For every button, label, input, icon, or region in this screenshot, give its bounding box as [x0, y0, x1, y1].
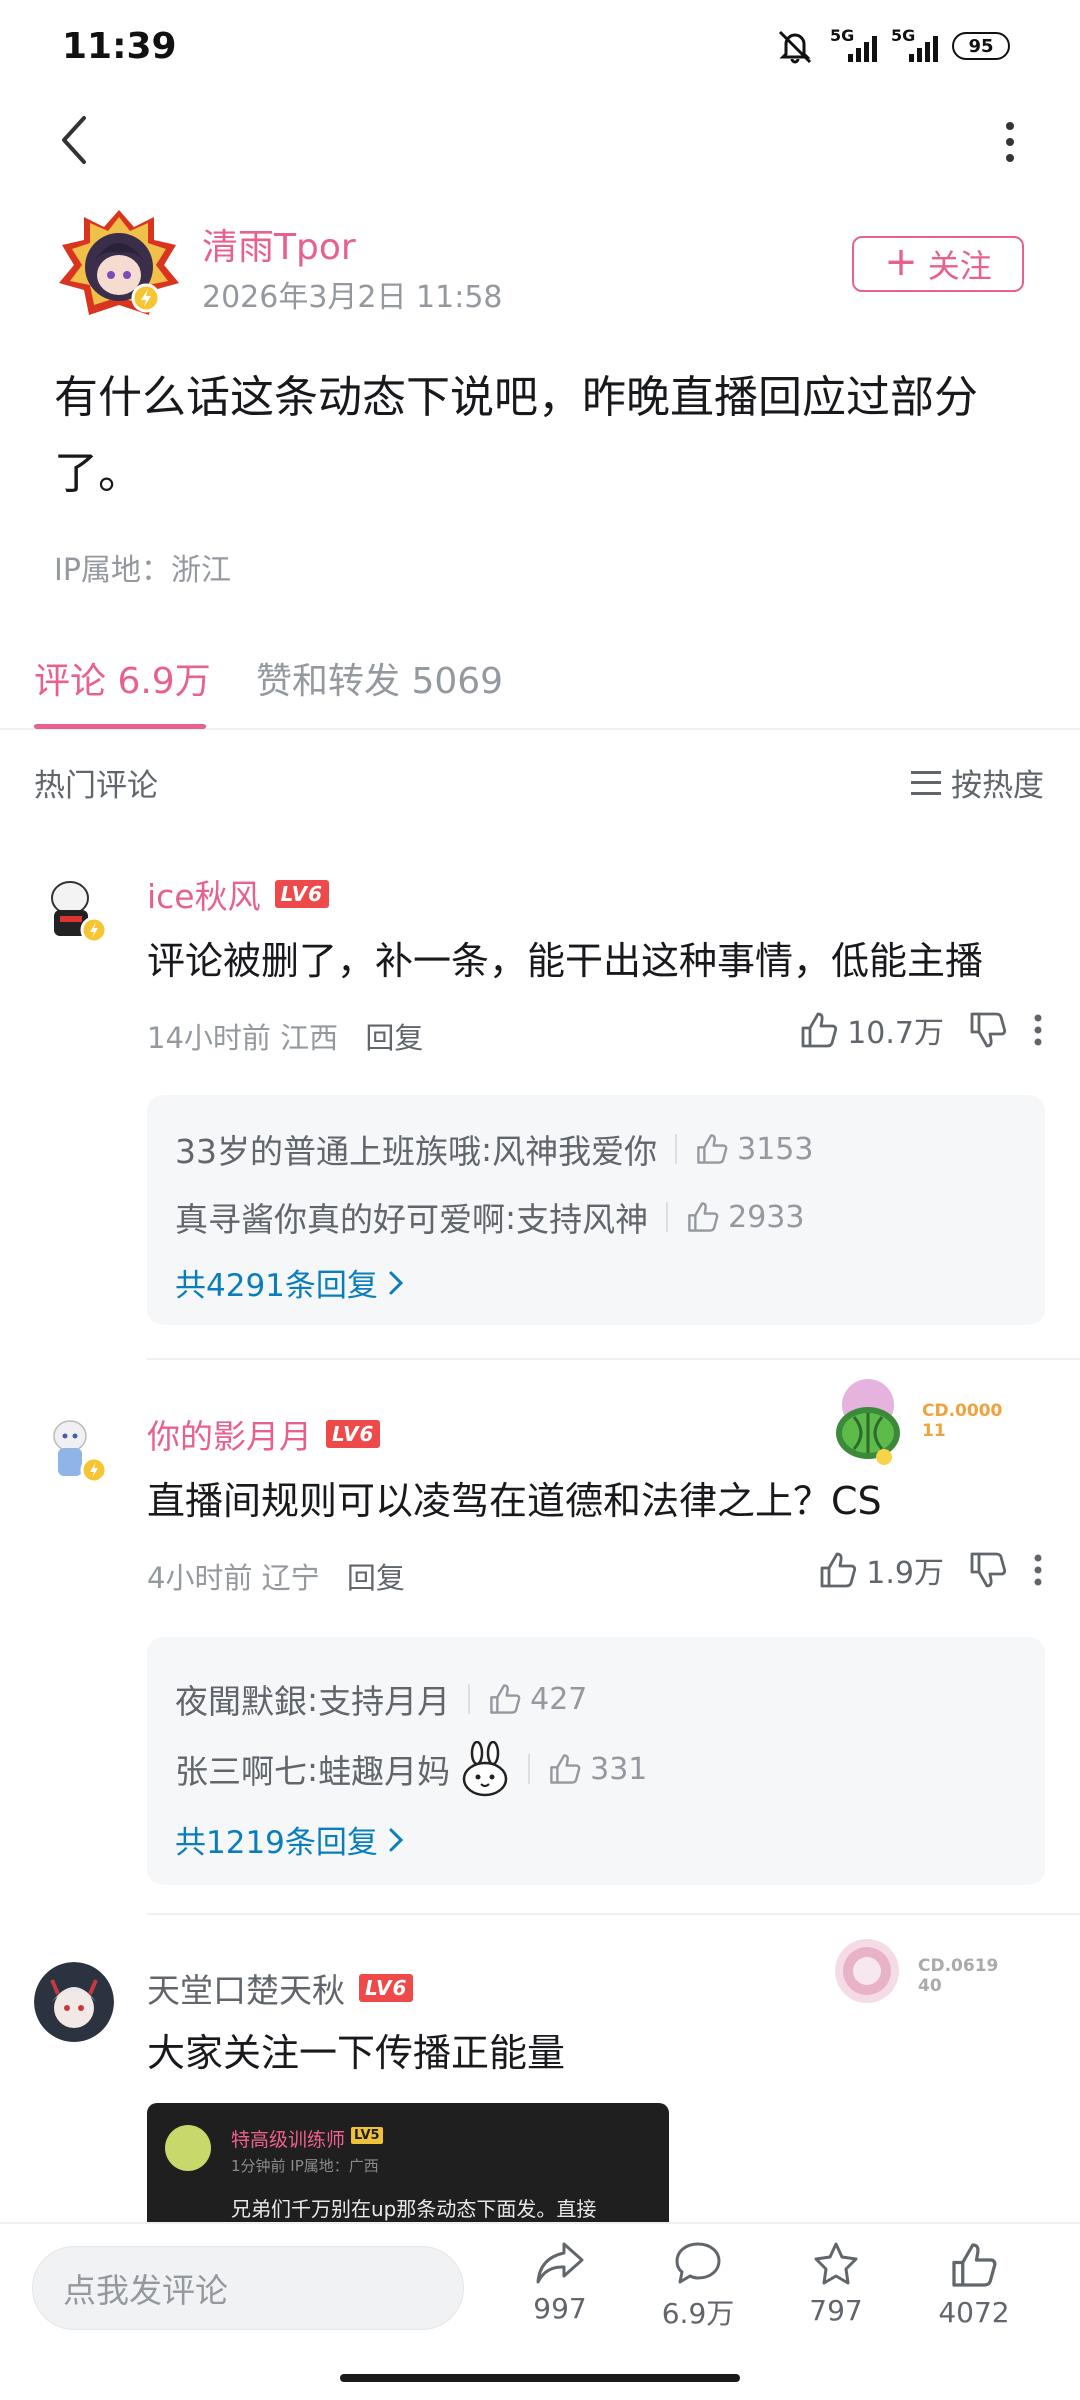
- follow-label: 关注: [927, 247, 992, 285]
- star-icon: [814, 2242, 858, 2285]
- image-meta: 1分钟前 IP属地：广西: [231, 2157, 379, 2175]
- commenter-name[interactable]: ice秋风 LV6: [147, 870, 330, 918]
- signal-icon: 5G: [830, 26, 877, 62]
- bunny-emoji-icon: [462, 1741, 508, 1797]
- reply-like[interactable]: 3153: [695, 1132, 813, 1167]
- fan-badge-code: CD.000011: [922, 1401, 1003, 1441]
- commenter-avatar[interactable]: [34, 868, 114, 948]
- watermelon-badge-icon: [836, 1379, 900, 1465]
- tab-likes-reposts[interactable]: 赞和转发 5069: [256, 652, 503, 704]
- status-time: 11:39: [62, 26, 177, 67]
- sort-button[interactable]: 按热度: [911, 760, 1044, 805]
- comment-text: 评论被删了，补一条，能干出这种事情，低能主播: [147, 939, 984, 983]
- like-post-button[interactable]: 4072: [914, 2240, 1034, 2329]
- comment-bubble-icon: [675, 2242, 721, 2284]
- flower-badge-icon: [835, 1939, 899, 2003]
- image-username: 特高级训练师: [231, 2129, 346, 2151]
- share-icon: [536, 2242, 584, 2284]
- thumbs-up-icon: [801, 1012, 838, 1048]
- comment-button[interactable]: 6.9万: [638, 2240, 758, 2332]
- reply-preview-box[interactable]: 夜聞默銀: 支持月月 427 张三啊七: 蛙趣月妈 331 共1219条回复: [147, 1637, 1045, 1885]
- reply-item[interactable]: 真寻酱你真的好可爱啊: 支持风神 2933: [175, 1193, 804, 1241]
- post-text: 有什么话这条动态下说吧，昨晚直播回应过部分了。: [54, 372, 978, 499]
- post-ip-location: IP属地：浙江: [54, 553, 231, 588]
- chevron-right-icon: [389, 1828, 404, 1851]
- level-badge: LV6: [359, 1974, 414, 2002]
- reply-preview-box[interactable]: 33岁的普通上班族哦: 风神我爱你 3153 真寻酱你真的好可爱啊: 支持风神 …: [147, 1095, 1045, 1325]
- status-icons: 5G 5G 95: [774, 26, 1010, 64]
- comment-more-icon[interactable]: [1032, 1550, 1044, 1590]
- author-name[interactable]: 清雨Tpor: [202, 218, 356, 270]
- commenter-name[interactable]: 天堂口楚天秋 LV6: [147, 1964, 414, 2012]
- reply-item[interactable]: 夜聞默銀: 支持月月 427: [175, 1675, 587, 1723]
- reply-like[interactable]: 331: [548, 1752, 647, 1787]
- level-badge: LV6: [274, 880, 330, 908]
- post-tabs: 评论 6.9万 赞和转发 5069: [0, 640, 1080, 730]
- reply-button[interactable]: 回复: [365, 1021, 423, 1055]
- commenter-avatar[interactable]: [34, 1962, 114, 2042]
- back-arrow-icon[interactable]: [50, 110, 100, 170]
- status-bar: 11:39 5G 5G 95: [0, 0, 1080, 100]
- sort-lines-icon: [911, 770, 941, 795]
- comment-meta: 4小时前 辽宁 回复: [147, 1561, 405, 1595]
- image-level-badge: LV5: [351, 2127, 383, 2144]
- thumbs-up-icon: [550, 1754, 581, 1784]
- battery-icon: 95: [952, 32, 1010, 60]
- thumbs-up-icon: [952, 2243, 997, 2287]
- image-avatar: [165, 2125, 211, 2171]
- bottom-action-bar: 点我发评论 997 6.9万 797 4072: [0, 2222, 1080, 2400]
- thumbs-up-icon: [820, 1552, 857, 1588]
- plus-icon: +: [884, 239, 918, 285]
- comment-text: 直播间规则可以凌驾在道德和法律之上？CS: [147, 1479, 882, 1523]
- mute-bell-icon: [778, 30, 812, 64]
- share-button[interactable]: 997: [500, 2240, 620, 2325]
- tab-comments[interactable]: 评论 6.9万: [34, 652, 211, 704]
- comment-meta: 14小时前 江西 回复: [147, 1021, 424, 1055]
- comment-actions: 1.9万: [818, 1548, 1044, 1592]
- fan-badge-decoration: CD.061940: [826, 1930, 1006, 2020]
- sort-label: 按热度: [951, 768, 1044, 804]
- comment-text: 大家关注一下传播正能量: [147, 2031, 566, 2075]
- commenter-avatar[interactable]: [34, 1408, 114, 1488]
- active-tab-indicator: [34, 724, 206, 729]
- top-nav: [0, 100, 1080, 180]
- thumbs-down-icon[interactable]: [968, 1550, 1008, 1590]
- favorite-button[interactable]: 797: [776, 2240, 896, 2327]
- level-badge: LV6: [326, 1420, 381, 1448]
- reply-like[interactable]: 427: [488, 1682, 587, 1717]
- comment-actions: 10.7万: [799, 1008, 1044, 1052]
- thumbs-up-icon: [490, 1684, 521, 1714]
- author-avatar[interactable]: [54, 205, 184, 335]
- signal-icon-2: 5G: [891, 26, 938, 62]
- like-button[interactable]: 10.7万: [799, 1008, 944, 1052]
- view-all-replies-link[interactable]: 共1219条回复: [175, 1817, 404, 1862]
- hot-comments-title: 热门评论: [34, 768, 158, 804]
- fan-badge-code: CD.061940: [918, 1956, 999, 1996]
- thumbs-down-icon[interactable]: [968, 1010, 1008, 1050]
- thumbs-up-icon: [688, 1202, 719, 1232]
- view-all-replies-link[interactable]: 共4291条回复: [175, 1260, 404, 1305]
- reply-item[interactable]: 张三啊七: 蛙趣月妈 331: [175, 1741, 647, 1797]
- chevron-right-icon: [389, 1271, 404, 1294]
- image-text: 兄弟们千万别在up那条动态下面发。直接: [231, 2197, 597, 2221]
- reply-item[interactable]: 33岁的普通上班族哦: 风神我爱你 3153: [175, 1125, 813, 1173]
- comment-divider: [147, 1358, 1080, 1360]
- home-indicator: [340, 2374, 740, 2382]
- follow-button[interactable]: + 关注: [852, 236, 1024, 292]
- comment-input[interactable]: 点我发评论: [32, 2246, 464, 2330]
- like-button[interactable]: 1.9万: [818, 1548, 944, 1592]
- commenter-name[interactable]: 你的影月月 LV6: [147, 1410, 381, 1458]
- comment-divider: [147, 1913, 1080, 1915]
- more-options-icon[interactable]: [990, 112, 1030, 172]
- reply-like[interactable]: 2933: [686, 1200, 804, 1235]
- reply-button[interactable]: 回复: [347, 1561, 405, 1595]
- fan-badge-decoration: CD.000011: [826, 1375, 1006, 1475]
- post-date: 2026年3月2日 11:58: [202, 280, 503, 315]
- comment-more-icon[interactable]: [1032, 1010, 1044, 1050]
- thumbs-up-icon: [697, 1134, 728, 1164]
- comment-image[interactable]: 特高级训练师 LV5 1分钟前 IP属地：广西 兄弟们千万别在up那条动态下面发…: [147, 2103, 669, 2223]
